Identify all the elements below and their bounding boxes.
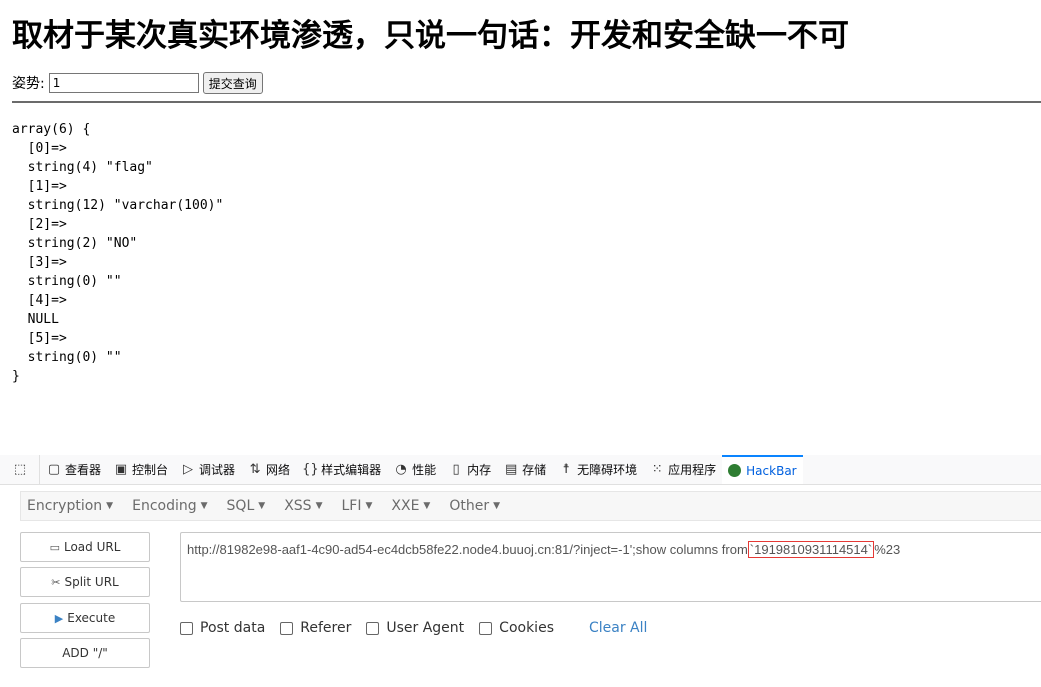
application-icon: ⁙ — [651, 462, 663, 477]
caret-down-icon: ▼ — [365, 501, 373, 511]
menu-lfi[interactable]: LFI ▼ — [335, 498, 378, 514]
menu-label: XXE — [391, 498, 420, 514]
tab-label: 内存 — [467, 463, 492, 477]
tab-console[interactable]: ▣ 控制台 — [107, 455, 174, 484]
tab-label: 应用程序 — [668, 463, 717, 477]
tab-memory[interactable]: ▯ 内存 — [442, 455, 497, 484]
network-icon: ⇅ — [249, 462, 261, 477]
devtools-panel: ⬚ ▢ 查看器 ▣ 控制台 ▷ 调试器 ⇅ 网络 {} 样式编辑器 ◔ 性能 ▯ 内存 ▤ 存储… — [0, 455, 1041, 687]
memory-icon: ▯ — [452, 462, 460, 477]
menu-sql[interactable]: SQL ▼ — [221, 498, 272, 514]
divider — [12, 101, 1041, 103]
clear-all-link[interactable]: Clear All — [589, 620, 647, 636]
tab-label: 控制台 — [132, 463, 169, 477]
tab-label: HackBar — [746, 463, 797, 478]
menu-encoding[interactable]: Encoding ▼ — [126, 498, 213, 514]
hackbar-icon — [728, 464, 742, 477]
caret-down-icon: ▼ — [258, 501, 266, 511]
menu-label: Encoding — [132, 498, 197, 514]
caret-down-icon: ▼ — [200, 501, 208, 511]
tab-label: 性能 — [412, 463, 437, 477]
button-label: Load URL — [63, 540, 121, 554]
post-data-option[interactable]: Post data — [180, 620, 265, 636]
performance-icon: ◔ — [395, 462, 407, 477]
tab-performance[interactable]: ◔ 性能 — [387, 455, 442, 484]
tab-application[interactable]: ⁙ 应用程序 — [643, 455, 722, 484]
option-label: Post data — [200, 620, 266, 636]
tab-label: 调试器 — [199, 463, 236, 477]
tab-accessibility[interactable]: ☨ 无障碍环境 — [552, 455, 643, 484]
button-label: Split URL — [64, 575, 119, 589]
url-text: http://81982e98-aaf1-4c90-ad54-ec4dcb58f… — [187, 541, 901, 558]
console-icon: ▣ — [114, 462, 128, 477]
play-icon: ▶ — [54, 611, 64, 625]
button-label: Execute — [67, 611, 116, 625]
menu-label: Encryption — [27, 498, 103, 514]
checkbox[interactable] — [180, 621, 193, 635]
cookies-option[interactable]: Cookies — [479, 620, 554, 636]
menu-other[interactable]: Other ▼ — [443, 498, 506, 514]
caret-down-icon: ▼ — [493, 501, 501, 511]
tab-label: 网络 — [266, 463, 291, 477]
hackbar-menu: Encryption ▼ Encoding ▼ SQL ▼ XSS ▼ LFI ▼ XXE… — [20, 491, 1041, 521]
form-label: 姿势: — [12, 76, 45, 92]
tab-hackbar[interactable]: HackBar — [722, 455, 803, 484]
page-content: 取材于某次真实环境渗透，只说一句话：开发和安全缺一不可 姿势: 提交查询 arr… — [0, 0, 1041, 452]
element-picker-icon: ⬚ — [13, 462, 27, 477]
menu-encryption[interactable]: Encryption ▼ — [21, 498, 119, 514]
query-form: 姿势: 提交查询 — [12, 72, 263, 94]
menu-xxe[interactable]: XXE ▼ — [385, 498, 436, 514]
element-picker-button[interactable]: ⬚ — [0, 455, 40, 484]
url-highlight: `1919810931114514` — [747, 541, 875, 558]
load-icon: ▭ — [49, 540, 60, 554]
caret-down-icon: ▼ — [106, 501, 114, 511]
url-prefix: http://81982e98-aaf1-4c90-ad54-ec4dcb58f… — [187, 542, 748, 557]
option-label: User Agent — [386, 620, 465, 636]
button-label: ADD "/" — [62, 646, 108, 660]
menu-label: LFI — [341, 498, 362, 514]
submit-button[interactable]: 提交查询 — [202, 72, 263, 94]
url-textarea[interactable]: http://81982e98-aaf1-4c90-ad54-ec4dcb58f… — [180, 532, 1041, 602]
tab-debugger[interactable]: ▷ 调试器 — [174, 455, 241, 484]
menu-label: XSS — [284, 498, 312, 514]
scissors-icon: ✂ — [51, 575, 61, 589]
tab-label: 无障碍环境 — [577, 463, 638, 477]
checkbox[interactable] — [479, 621, 493, 635]
debugger-icon: ▷ — [183, 462, 194, 477]
tab-inspector[interactable]: ▢ 查看器 — [40, 455, 107, 484]
menu-label: SQL — [226, 498, 255, 514]
devtools-tabbar: ⬚ ▢ 查看器 ▣ 控制台 ▷ 调试器 ⇅ 网络 {} 样式编辑器 ◔ 性能 ▯ 内存 ▤ 存储… — [0, 455, 1041, 485]
caret-down-icon: ▼ — [315, 501, 323, 511]
tab-network[interactable]: ⇅ 网络 — [241, 455, 296, 484]
menu-label: Other — [449, 498, 490, 514]
tab-style-editor[interactable]: {} 样式编辑器 — [296, 455, 387, 484]
request-options: Post data Referer User Agent Cookies Cle… — [180, 620, 647, 636]
caret-down-icon: ▼ — [423, 501, 431, 511]
load-url-button[interactable]: ▭ Load URL — [20, 532, 150, 562]
inspector-icon: ▢ — [47, 462, 61, 477]
add-slash-button[interactable]: ADD "/" — [20, 638, 150, 668]
user-agent-option[interactable]: User Agent — [366, 620, 464, 636]
execute-button[interactable]: ▶ Execute — [20, 603, 150, 633]
menu-xss[interactable]: XSS ▼ — [278, 498, 328, 514]
tab-label: 查看器 — [65, 463, 102, 477]
style-editor-icon: {} — [302, 462, 319, 477]
inject-input[interactable] — [48, 73, 199, 93]
checkbox[interactable] — [280, 621, 294, 635]
referer-option[interactable]: Referer — [280, 620, 351, 636]
tab-storage[interactable]: ▤ 存储 — [497, 455, 552, 484]
accessibility-icon: ☨ — [562, 462, 570, 477]
split-url-button[interactable]: ✂ Split URL — [20, 567, 150, 597]
storage-icon: ▤ — [504, 462, 518, 477]
option-label: Cookies — [499, 620, 554, 636]
page-heading: 取材于某次真实环境渗透，只说一句话：开发和安全缺一不可 — [12, 18, 849, 54]
tab-label: 样式编辑器 — [321, 463, 382, 477]
url-suffix: %23 — [874, 542, 901, 557]
var-dump-output: array(6) { [0]=> string(4) "flag" [1]=> … — [12, 122, 224, 384]
checkbox[interactable] — [366, 621, 380, 635]
option-label: Referer — [300, 620, 352, 636]
tab-label: 存储 — [522, 463, 547, 477]
